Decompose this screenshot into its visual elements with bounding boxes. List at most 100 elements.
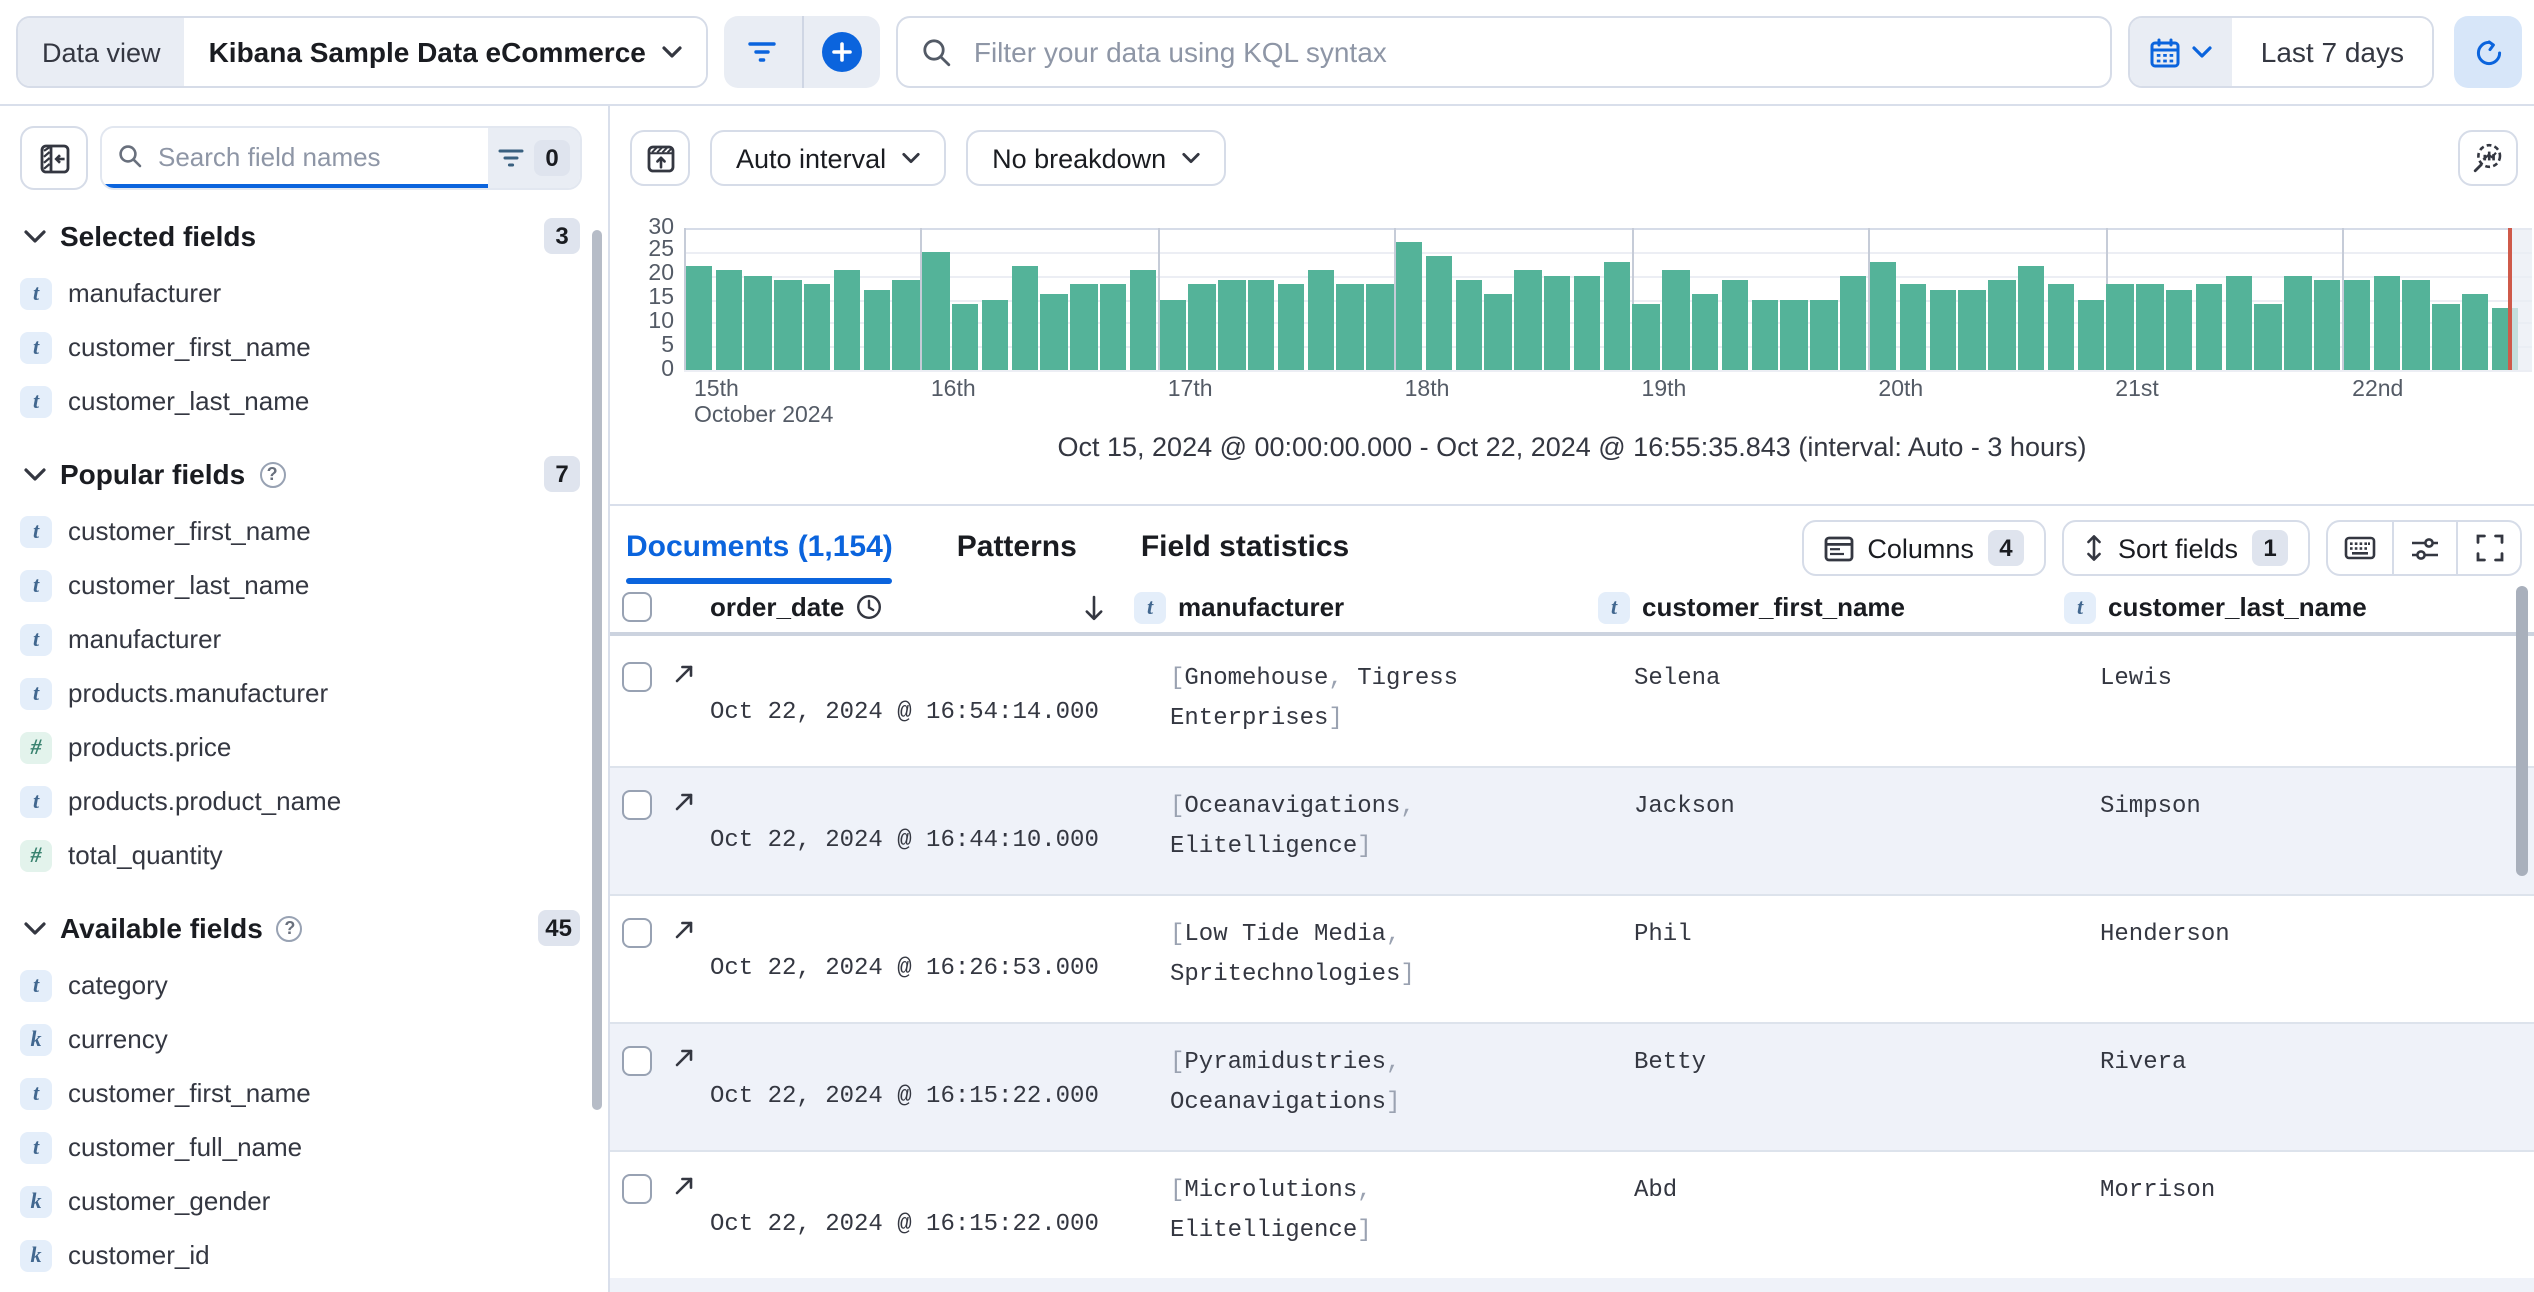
- field-item-customer_last_name[interactable]: t customer_last_name: [0, 374, 608, 428]
- sort-fields-button[interactable]: Sort fields 1: [2061, 520, 2310, 576]
- fullscreen-icon: [2475, 534, 2503, 562]
- sidebar-scrollbar[interactable]: [592, 230, 602, 1110]
- add-filter-button[interactable]: [801, 16, 880, 88]
- select-row-checkbox[interactable]: [622, 918, 652, 948]
- field-item-category[interactable]: t category: [0, 958, 608, 1012]
- cell-customer-first-name[interactable]: Betty: [1598, 1042, 2064, 1150]
- expand-document-icon[interactable]: [672, 1046, 696, 1070]
- field-item-products.price[interactable]: # products.price: [0, 720, 608, 774]
- cell-customer-last-name[interactable]: Morrison: [2064, 1170, 2534, 1278]
- histogram-bar: [1514, 270, 1542, 370]
- select-row-checkbox[interactable]: [622, 662, 652, 692]
- cell-order-date[interactable]: Oct 22, 2024 @ 16:26:53.000: [710, 914, 1134, 1022]
- columns-button[interactable]: Columns 4: [1801, 520, 2046, 576]
- cell-customer-last-name[interactable]: Henderson: [2064, 914, 2534, 1022]
- cell-manufacturer[interactable]: [Pyramidustries, Oceanavigations]: [1134, 1042, 1598, 1150]
- punctuation: [: [1170, 792, 1185, 820]
- table-row: Oct 22, 2024 @ 16:54:14.000 [Gnomehouse, …: [610, 640, 2534, 768]
- time-range-value[interactable]: Last 7 days: [2232, 18, 2432, 86]
- breakdown-label: No breakdown: [992, 143, 1167, 173]
- tab-field-statistics[interactable]: Field statistics: [1141, 521, 1349, 575]
- histogram-bar: [1011, 265, 1038, 370]
- row-controls: [610, 1042, 710, 1150]
- kql-search-input[interactable]: [969, 34, 2087, 70]
- punctuation: [: [1170, 920, 1185, 948]
- breakdown-select[interactable]: No breakdown: [966, 130, 1227, 186]
- cell-customer-first-name[interactable]: Abd: [1598, 1170, 2064, 1278]
- field-item-customer_first_name[interactable]: t customer_first_name: [0, 320, 608, 374]
- cell-order-date[interactable]: Oct 22, 2024 @ 16:15:22.000: [710, 1170, 1134, 1278]
- data-view-picker[interactable]: Kibana Sample Data eCommerce: [184, 18, 706, 86]
- histogram-bar: [833, 270, 861, 370]
- field-section-header-1[interactable]: Popular fields? 7: [24, 456, 580, 492]
- field-item-customer_first_name[interactable]: t customer_first_name: [0, 1066, 608, 1120]
- expand-document-icon[interactable]: [672, 790, 696, 814]
- field-search-input[interactable]: [154, 139, 472, 173]
- column-header-order-date[interactable]: order_date: [710, 592, 1134, 622]
- filter-menu-button[interactable]: [724, 16, 802, 88]
- select-row-checkbox[interactable]: [622, 790, 652, 820]
- field-item-customer_first_name[interactable]: t customer_first_name: [0, 504, 608, 558]
- collapse-sidebar-button[interactable]: [20, 126, 88, 190]
- field-list: t category k currency t customer_first_name t c…: [0, 958, 608, 1282]
- select-row-checkbox[interactable]: [622, 1046, 652, 1076]
- cell-customer-last-name[interactable]: Simpson: [2064, 786, 2534, 894]
- field-item-manufacturer[interactable]: t manufacturer: [0, 612, 608, 666]
- select-row-checkbox[interactable]: [622, 1174, 652, 1204]
- x-axis-label: 20th: [1878, 378, 1924, 402]
- cell-customer-last-name[interactable]: Rivera: [2064, 1042, 2534, 1150]
- cell-order-date[interactable]: Oct 22, 2024 @ 16:44:10.000: [710, 786, 1134, 894]
- histogram-chart[interactable]: 0 5 10 15 20 25 30 15th October 2024 16th 17th 18th…: [610, 202, 2534, 438]
- punctuation: ,: [1386, 920, 1401, 948]
- field-section-header-2[interactable]: Available fields? 45: [24, 910, 580, 946]
- field-filter-button[interactable]: 0: [488, 128, 580, 188]
- cell-customer-last-name[interactable]: Lewis: [2064, 658, 2534, 766]
- fullscreen-button[interactable]: [2456, 522, 2520, 574]
- cell-order-date[interactable]: Oct 22, 2024 @ 16:15:22.000: [710, 1042, 1134, 1150]
- date-picker-menu-button[interactable]: [2130, 18, 2233, 86]
- cell-manufacturer[interactable]: [Gnomehouse, Tigress Enterprises]: [1134, 658, 1598, 766]
- punctuation: ]: [1357, 1216, 1372, 1244]
- field-item-products.manufacturer[interactable]: t products.manufacturer: [0, 666, 608, 720]
- histogram-bar: [2195, 284, 2223, 370]
- table-scrollbar[interactable]: [2516, 586, 2528, 876]
- keyboard-shortcuts-button[interactable]: [2328, 522, 2392, 574]
- cell-customer-first-name[interactable]: Phil: [1598, 914, 2064, 1022]
- sort-desc-icon[interactable]: [1082, 593, 1106, 621]
- x-axis-label: 22nd: [2352, 378, 2404, 402]
- field-item-manufacturer[interactable]: t manufacturer: [0, 266, 608, 320]
- histogram-bar: [2343, 280, 2371, 370]
- display-options-button[interactable]: [2392, 522, 2456, 574]
- hide-chart-button[interactable]: [630, 130, 690, 186]
- tab-documents[interactable]: Documents (1,154): [626, 521, 894, 583]
- field-item-customer_gender[interactable]: k customer_gender: [0, 1174, 608, 1228]
- histogram-bar: [744, 275, 772, 370]
- cell-manufacturer[interactable]: [Oceanavigations, Elitelligence]: [1134, 786, 1598, 894]
- expand-document-icon[interactable]: [672, 662, 696, 686]
- cell-order-date[interactable]: Oct 22, 2024 @ 16:54:14.000: [710, 658, 1134, 766]
- field-item-customer_full_name[interactable]: t customer_full_name: [0, 1120, 608, 1174]
- field-item-products.product_name[interactable]: t products.product_name: [0, 774, 608, 828]
- refresh-button[interactable]: [2454, 16, 2522, 88]
- cell-customer-first-name[interactable]: Selena: [1598, 658, 2064, 766]
- explore-in-lens-button[interactable]: [2458, 130, 2518, 186]
- expand-document-icon[interactable]: [672, 918, 696, 942]
- cell-customer-first-name[interactable]: Jackson: [1598, 786, 2064, 894]
- column-header-customer-first-name[interactable]: t customer_first_name: [1598, 591, 2064, 623]
- histogram-bar: [2462, 294, 2489, 370]
- cell-manufacturer[interactable]: [Low Tide Media, Spritechnologies]: [1134, 914, 1598, 1022]
- column-header-manufacturer[interactable]: t manufacturer: [1134, 591, 1598, 623]
- keyboard-icon: [2344, 536, 2376, 560]
- field-section-header-0[interactable]: Selected fields 3: [24, 218, 580, 254]
- field-item-total_quantity[interactable]: # total_quantity: [0, 828, 608, 882]
- field-item-customer_last_name[interactable]: t customer_last_name: [0, 558, 608, 612]
- tab-patterns[interactable]: Patterns: [957, 521, 1077, 575]
- interval-select[interactable]: Auto interval: [710, 130, 947, 186]
- column-header-customer-last-name[interactable]: t customer_last_name: [2064, 591, 2534, 623]
- select-all-checkbox[interactable]: [622, 592, 652, 622]
- histogram-bar: [1721, 280, 1749, 370]
- field-item-customer_id[interactable]: k customer_id: [0, 1228, 608, 1282]
- field-item-currency[interactable]: k currency: [0, 1012, 608, 1066]
- cell-manufacturer[interactable]: [Microlutions, Elitelligence]: [1134, 1170, 1598, 1278]
- expand-document-icon[interactable]: [672, 1174, 696, 1198]
